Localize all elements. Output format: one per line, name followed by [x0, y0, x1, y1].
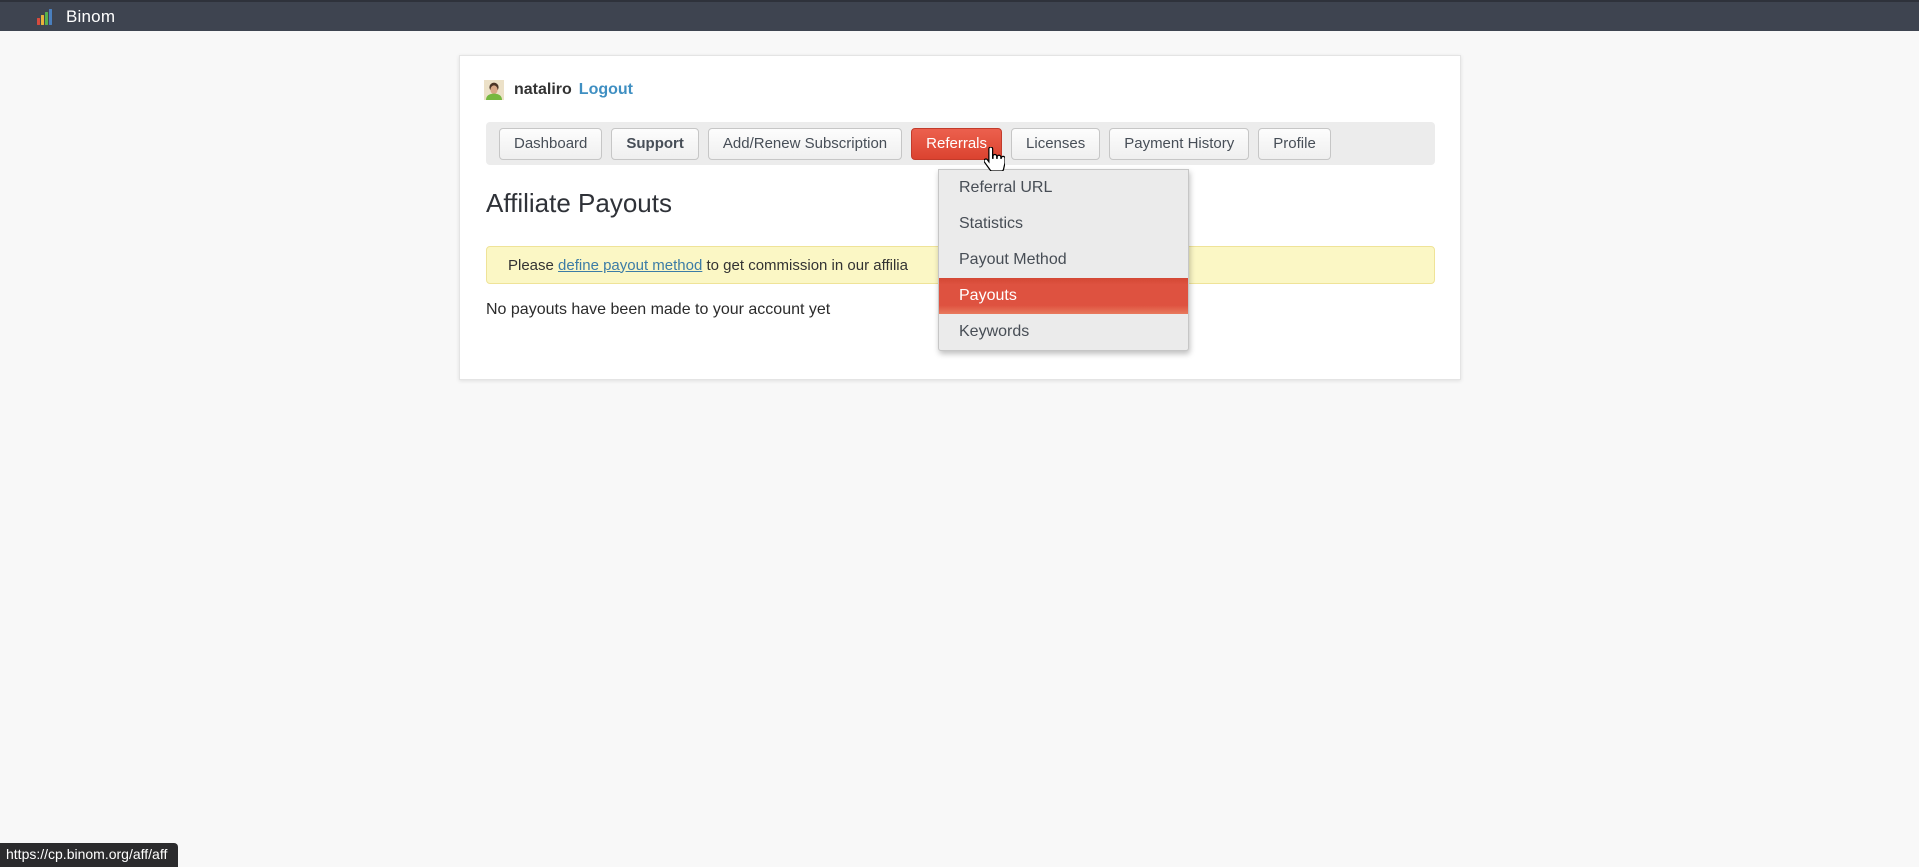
empty-state-message: No payouts have been made to your accoun…: [486, 301, 830, 319]
logout-link[interactable]: Logout: [579, 81, 633, 99]
tab-dashboard[interactable]: Dashboard: [499, 128, 602, 160]
tab-payment-history[interactable]: Payment History: [1109, 128, 1249, 160]
tab-add-renew-subscription[interactable]: Add/Renew Subscription: [708, 128, 902, 160]
menu-item-payout-method[interactable]: Payout Method: [939, 242, 1188, 278]
alert-text-prefix: Please: [508, 257, 558, 274]
menu-item-payouts[interactable]: Payouts: [939, 278, 1188, 314]
menu-item-statistics[interactable]: Statistics: [939, 206, 1188, 242]
menu-item-keywords[interactable]: Keywords: [939, 314, 1188, 350]
brand-title: Binom: [66, 7, 115, 27]
alert-text-suffix: to get commission in our affilia: [702, 257, 908, 274]
page-title: Affiliate Payouts: [486, 188, 672, 219]
tab-profile[interactable]: Profile: [1258, 128, 1331, 160]
hand-cursor-icon: [984, 147, 1005, 176]
tab-licenses[interactable]: Licenses: [1011, 128, 1100, 160]
avatar: [484, 80, 504, 100]
user-row: nataliro Logout: [484, 80, 633, 100]
topbar: Binom: [0, 0, 1919, 31]
username: nataliro: [514, 81, 572, 99]
bar-chart-logo-icon: [37, 9, 52, 25]
statusbar-url: https://cp.binom.org/aff/aff: [0, 843, 178, 867]
tab-support[interactable]: Support: [611, 128, 699, 160]
referrals-dropdown-menu: Referral URL Statistics Payout Method Pa…: [938, 169, 1189, 351]
main-card: nataliro Logout Dashboard Support Add/Re…: [459, 55, 1461, 380]
navbar: Dashboard Support Add/Renew Subscription…: [486, 122, 1435, 165]
menu-item-referral-url[interactable]: Referral URL: [939, 170, 1188, 206]
define-payout-method-link[interactable]: define payout method: [558, 257, 702, 274]
